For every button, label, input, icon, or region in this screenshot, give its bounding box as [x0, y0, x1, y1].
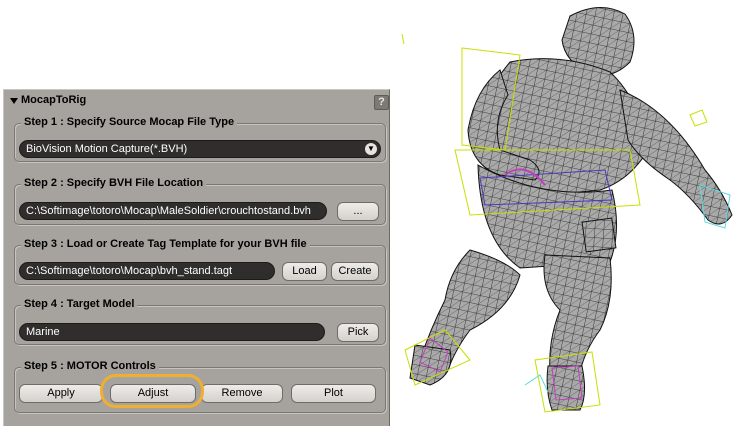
- adjust-highlight-ring: [100, 374, 204, 408]
- step4-group: Step 4 : Target Model Marine Pick: [14, 298, 386, 345]
- remove-button[interactable]: Remove: [201, 384, 283, 403]
- step3-title: Step 3 : Load or Create Tag Template for…: [21, 238, 310, 250]
- step4-title: Step 4 : Target Model: [21, 298, 138, 310]
- step2-title: Step 2 : Specify BVH File Location: [21, 177, 207, 189]
- collapse-arrow-icon[interactable]: [10, 98, 18, 104]
- load-button[interactable]: Load: [282, 262, 327, 281]
- target-model-field[interactable]: Marine: [19, 323, 325, 341]
- help-button[interactable]: ?: [374, 95, 389, 110]
- mocap-to-rig-panel: MocapToRig ? Step 1 : Specify Source Moc…: [3, 89, 390, 426]
- step2-group: Step 2 : Specify BVH File Location C:\So…: [14, 177, 386, 225]
- chevron-down-icon: ▼: [365, 143, 377, 155]
- step3-group: Step 3 : Load or Create Tag Template for…: [14, 238, 386, 285]
- step1-group: Step 1 : Specify Source Mocap File Type …: [14, 116, 386, 162]
- tag-template-path-field[interactable]: C:\Softimage\totoro\Mocap\bvh_stand.tagt: [19, 262, 275, 280]
- mocap-file-type-dropdown[interactable]: BioVision Motion Capture(*.BVH) ▼: [19, 140, 381, 158]
- panel-title: MocapToRig: [21, 94, 87, 106]
- plot-button[interactable]: Plot: [291, 384, 376, 403]
- 3d-viewport[interactable]: [395, 0, 740, 426]
- step5-title: Step 5 : MOTOR Controls: [21, 360, 159, 372]
- create-button[interactable]: Create: [331, 262, 379, 281]
- panel-header[interactable]: MocapToRig ?: [4, 90, 389, 112]
- dropdown-value: BioVision Motion Capture(*.BVH): [26, 143, 188, 155]
- bvh-file-path-field[interactable]: C:\Softimage\totoro\Mocap\MaleSoldier\cr…: [19, 202, 327, 220]
- pick-button[interactable]: Pick: [337, 323, 379, 342]
- browse-button[interactable]: ...: [337, 202, 379, 221]
- step1-title: Step 1 : Specify Source Mocap File Type: [21, 116, 238, 128]
- apply-button[interactable]: Apply: [19, 384, 103, 403]
